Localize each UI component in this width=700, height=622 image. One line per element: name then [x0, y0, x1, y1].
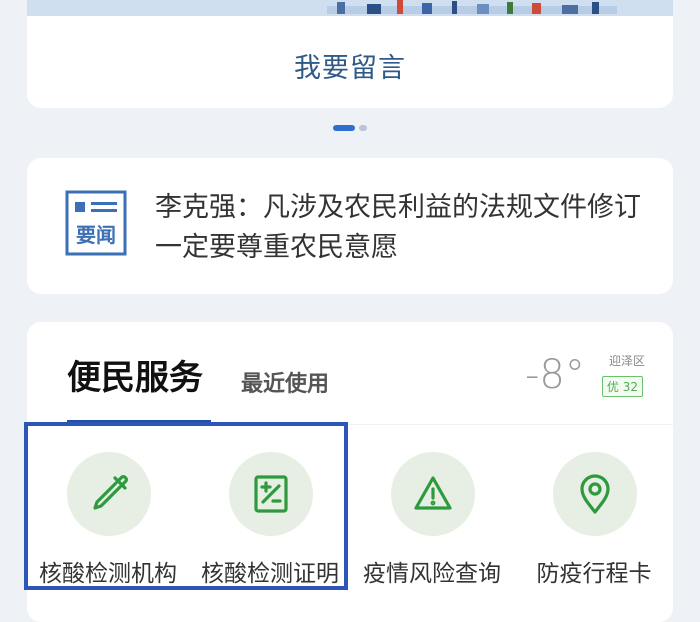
news-headline[interactable]: 李克强：凡涉及农民利益的法规文件修订一定要尊重农民意愿 — [155, 188, 655, 268]
service-label: 疫情风险查询 — [363, 561, 501, 587]
service-icon-circle — [391, 452, 475, 536]
carousel-dot — [359, 125, 367, 131]
services-divider — [27, 424, 673, 425]
service-label: 核酸检测证明 — [201, 561, 339, 587]
leave-message-label[interactable]: 我要留言 — [27, 46, 673, 85]
certificate-icon — [254, 475, 288, 513]
service-icon-circle — [67, 452, 151, 536]
air-quality-badge: 优 32 — [601, 376, 643, 397]
service-travel-card[interactable]: 防疫行程卡 — [513, 452, 675, 592]
temperature: -8° — [525, 352, 585, 398]
dropper-icon — [93, 475, 128, 510]
recent-used-tab[interactable]: 最近使用 — [241, 366, 329, 398]
service-epidemic-risk-query[interactable]: 疫情风险查询 — [351, 452, 513, 592]
services-title[interactable]: 便民服务 — [67, 350, 203, 399]
weather-widget[interactable]: -8° 迎泽区 优 32 — [525, 352, 645, 412]
carousel-dot-active — [333, 125, 355, 131]
location-pin-icon — [580, 474, 610, 514]
service-icon-circle — [553, 452, 637, 536]
convenience-services-card: 便民服务 最近使用 -8° 迎泽区 优 32 核酸检测机构 核酸检测证明 疫情风… — [27, 322, 673, 622]
news-icon: 要闻 — [65, 190, 127, 256]
service-nucleic-test-certificate[interactable]: 核酸检测证明 — [189, 452, 351, 592]
district-name: 迎泽区 — [608, 354, 645, 368]
banner-illustration — [327, 0, 617, 14]
service-icon-circle — [229, 452, 313, 536]
service-label: 防疫行程卡 — [536, 561, 652, 587]
service-nucleic-test-sites[interactable]: 核酸检测机构 — [27, 452, 189, 592]
active-tab-underline — [67, 420, 211, 423]
news-icon-text: 要闻 — [76, 223, 116, 247]
warning-icon — [414, 476, 452, 510]
service-label: 核酸检测机构 — [39, 561, 177, 587]
leave-message-card[interactable]: 我要留言 — [27, 0, 673, 108]
news-card[interactable]: 要闻 李克强：凡涉及农民利益的法规文件修订一定要尊重农民意愿 — [27, 158, 673, 294]
